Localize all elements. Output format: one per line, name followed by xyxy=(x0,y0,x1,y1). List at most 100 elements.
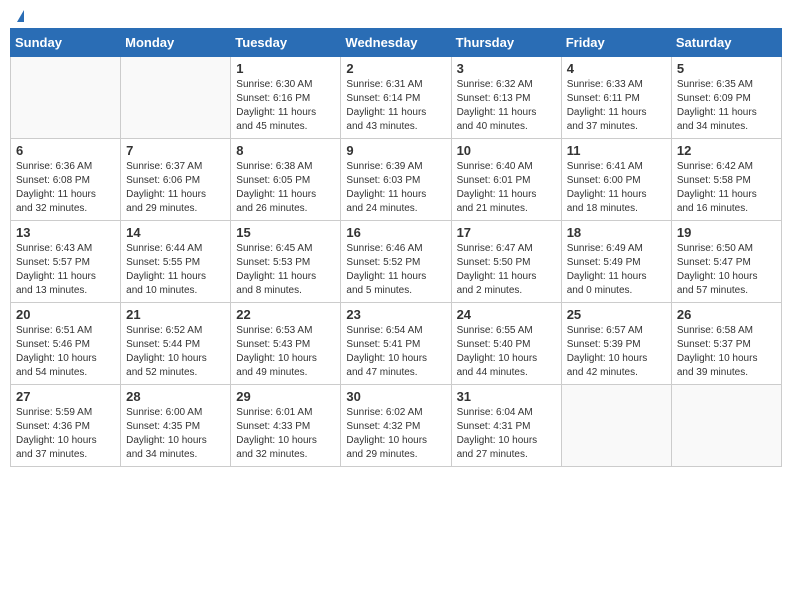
day-number: 4 xyxy=(567,61,666,76)
calendar-day-cell: 17 Sunrise: 6:47 AM Sunset: 5:50 PM Dayli… xyxy=(451,221,561,303)
calendar-week-row: 20 Sunrise: 6:51 AM Sunset: 5:46 PM Dayli… xyxy=(11,303,782,385)
day-number: 7 xyxy=(126,143,225,158)
day-info: Sunrise: 6:02 AM Sunset: 4:32 PM Dayligh… xyxy=(346,406,445,462)
page-header xyxy=(10,10,782,18)
day-info: Sunrise: 6:50 AM Sunset: 5:47 PM Dayligh… xyxy=(677,242,776,298)
day-info: Sunrise: 6:46 AM Sunset: 5:52 PM Dayligh… xyxy=(346,242,445,298)
day-number: 14 xyxy=(126,225,225,240)
day-number: 11 xyxy=(567,143,666,158)
day-info: Sunrise: 6:04 AM Sunset: 4:31 PM Dayligh… xyxy=(457,406,556,462)
calendar-week-row: 1 Sunrise: 6:30 AM Sunset: 6:16 PM Daylig… xyxy=(11,57,782,139)
calendar-day-cell: 16 Sunrise: 6:46 AM Sunset: 5:52 PM Dayli… xyxy=(341,221,451,303)
day-info: Sunrise: 5:59 AM Sunset: 4:36 PM Dayligh… xyxy=(16,406,115,462)
calendar-day-cell: 13Sunrise: 6:43 AM Sunset: 5:57 PM Dayli… xyxy=(11,221,121,303)
day-info: Sunrise: 6:40 AM Sunset: 6:01 PM Dayligh… xyxy=(457,160,556,216)
day-of-week-header: Monday xyxy=(121,29,231,57)
day-info: Sunrise: 6:53 AM Sunset: 5:43 PM Dayligh… xyxy=(236,324,335,380)
day-info: Sunrise: 6:33 AM Sunset: 6:11 PM Dayligh… xyxy=(567,78,666,134)
calendar-day-cell xyxy=(671,385,781,467)
day-number: 22 xyxy=(236,307,335,322)
calendar-week-row: 13Sunrise: 6:43 AM Sunset: 5:57 PM Dayli… xyxy=(11,221,782,303)
day-of-week-header: Thursday xyxy=(451,29,561,57)
calendar-day-cell: 26Sunrise: 6:58 AM Sunset: 5:37 PM Dayli… xyxy=(671,303,781,385)
calendar-day-cell: 11 Sunrise: 6:41 AM Sunset: 6:00 PM Dayli… xyxy=(561,139,671,221)
calendar-day-cell: 27 Sunrise: 5:59 AM Sunset: 4:36 PM Dayli… xyxy=(11,385,121,467)
calendar-day-cell: 24Sunrise: 6:55 AM Sunset: 5:40 PM Dayli… xyxy=(451,303,561,385)
calendar-day-cell: 14Sunrise: 6:44 AM Sunset: 5:55 PM Dayli… xyxy=(121,221,231,303)
calendar-header-row: SundayMondayTuesdayWednesdayThursdayFrid… xyxy=(11,29,782,57)
calendar-day-cell: 29 Sunrise: 6:01 AM Sunset: 4:33 PM Dayli… xyxy=(231,385,341,467)
calendar-week-row: 27 Sunrise: 5:59 AM Sunset: 4:36 PM Dayli… xyxy=(11,385,782,467)
day-info: Sunrise: 6:54 AM Sunset: 5:41 PM Dayligh… xyxy=(346,324,445,380)
logo xyxy=(15,10,24,18)
day-number: 16 xyxy=(346,225,445,240)
logo-triangle-icon xyxy=(17,10,24,22)
day-info: Sunrise: 6:35 AM Sunset: 6:09 PM Dayligh… xyxy=(677,78,776,134)
calendar-day-cell xyxy=(11,57,121,139)
day-info: Sunrise: 6:31 AM Sunset: 6:14 PM Dayligh… xyxy=(346,78,445,134)
day-info: Sunrise: 6:47 AM Sunset: 5:50 PM Dayligh… xyxy=(457,242,556,298)
calendar-day-cell: 20 Sunrise: 6:51 AM Sunset: 5:46 PM Dayli… xyxy=(11,303,121,385)
calendar-table: SundayMondayTuesdayWednesdayThursdayFrid… xyxy=(10,28,782,467)
day-number: 25 xyxy=(567,307,666,322)
calendar-day-cell: 25 Sunrise: 6:57 AM Sunset: 5:39 PM Dayli… xyxy=(561,303,671,385)
calendar-day-cell: 10 Sunrise: 6:40 AM Sunset: 6:01 PM Dayli… xyxy=(451,139,561,221)
day-number: 28 xyxy=(126,389,225,404)
day-info: Sunrise: 6:57 AM Sunset: 5:39 PM Dayligh… xyxy=(567,324,666,380)
calendar-day-cell: 18 Sunrise: 6:49 AM Sunset: 5:49 PM Dayli… xyxy=(561,221,671,303)
day-number: 26 xyxy=(677,307,776,322)
day-number: 1 xyxy=(236,61,335,76)
day-info: Sunrise: 6:55 AM Sunset: 5:40 PM Dayligh… xyxy=(457,324,556,380)
day-of-week-header: Saturday xyxy=(671,29,781,57)
calendar-week-row: 6 Sunrise: 6:36 AM Sunset: 6:08 PM Daylig… xyxy=(11,139,782,221)
calendar-day-cell: 1 Sunrise: 6:30 AM Sunset: 6:16 PM Daylig… xyxy=(231,57,341,139)
day-number: 17 xyxy=(457,225,556,240)
calendar-day-cell: 31 Sunrise: 6:04 AM Sunset: 4:31 PM Dayli… xyxy=(451,385,561,467)
day-number: 29 xyxy=(236,389,335,404)
day-info: Sunrise: 6:45 AM Sunset: 5:53 PM Dayligh… xyxy=(236,242,335,298)
day-number: 27 xyxy=(16,389,115,404)
day-number: 10 xyxy=(457,143,556,158)
calendar-day-cell: 5Sunrise: 6:35 AM Sunset: 6:09 PM Daylig… xyxy=(671,57,781,139)
calendar-day-cell: 6 Sunrise: 6:36 AM Sunset: 6:08 PM Daylig… xyxy=(11,139,121,221)
day-info: Sunrise: 6:01 AM Sunset: 4:33 PM Dayligh… xyxy=(236,406,335,462)
day-number: 6 xyxy=(16,143,115,158)
day-number: 9 xyxy=(346,143,445,158)
day-number: 23 xyxy=(346,307,445,322)
calendar-day-cell: 4 Sunrise: 6:33 AM Sunset: 6:11 PM Daylig… xyxy=(561,57,671,139)
calendar-day-cell xyxy=(121,57,231,139)
day-info: Sunrise: 6:49 AM Sunset: 5:49 PM Dayligh… xyxy=(567,242,666,298)
day-info: Sunrise: 6:38 AM Sunset: 6:05 PM Dayligh… xyxy=(236,160,335,216)
day-of-week-header: Friday xyxy=(561,29,671,57)
day-number: 19 xyxy=(677,225,776,240)
day-info: Sunrise: 6:43 AM Sunset: 5:57 PM Dayligh… xyxy=(16,242,115,298)
day-info: Sunrise: 6:39 AM Sunset: 6:03 PM Dayligh… xyxy=(346,160,445,216)
calendar-day-cell: 19 Sunrise: 6:50 AM Sunset: 5:47 PM Dayli… xyxy=(671,221,781,303)
day-number: 8 xyxy=(236,143,335,158)
day-info: Sunrise: 6:42 AM Sunset: 5:58 PM Dayligh… xyxy=(677,160,776,216)
day-number: 18 xyxy=(567,225,666,240)
day-number: 20 xyxy=(16,307,115,322)
day-info: Sunrise: 6:30 AM Sunset: 6:16 PM Dayligh… xyxy=(236,78,335,134)
day-number: 21 xyxy=(126,307,225,322)
calendar-day-cell: 30Sunrise: 6:02 AM Sunset: 4:32 PM Dayli… xyxy=(341,385,451,467)
day-of-week-header: Sunday xyxy=(11,29,121,57)
day-info: Sunrise: 6:36 AM Sunset: 6:08 PM Dayligh… xyxy=(16,160,115,216)
calendar-day-cell: 7 Sunrise: 6:37 AM Sunset: 6:06 PM Daylig… xyxy=(121,139,231,221)
day-info: Sunrise: 6:32 AM Sunset: 6:13 PM Dayligh… xyxy=(457,78,556,134)
day-info: Sunrise: 6:51 AM Sunset: 5:46 PM Dayligh… xyxy=(16,324,115,380)
calendar-day-cell: 12 Sunrise: 6:42 AM Sunset: 5:58 PM Dayli… xyxy=(671,139,781,221)
day-number: 12 xyxy=(677,143,776,158)
day-of-week-header: Tuesday xyxy=(231,29,341,57)
calendar-day-cell: 2Sunrise: 6:31 AM Sunset: 6:14 PM Daylig… xyxy=(341,57,451,139)
calendar-day-cell: 22 Sunrise: 6:53 AM Sunset: 5:43 PM Dayli… xyxy=(231,303,341,385)
day-info: Sunrise: 6:37 AM Sunset: 6:06 PM Dayligh… xyxy=(126,160,225,216)
calendar-day-cell: 28Sunrise: 6:00 AM Sunset: 4:35 PM Dayli… xyxy=(121,385,231,467)
day-number: 31 xyxy=(457,389,556,404)
calendar-day-cell: 9 Sunrise: 6:39 AM Sunset: 6:03 PM Daylig… xyxy=(341,139,451,221)
calendar-day-cell: 21Sunrise: 6:52 AM Sunset: 5:44 PM Dayli… xyxy=(121,303,231,385)
day-info: Sunrise: 6:41 AM Sunset: 6:00 PM Dayligh… xyxy=(567,160,666,216)
calendar-day-cell: 23 Sunrise: 6:54 AM Sunset: 5:41 PM Dayli… xyxy=(341,303,451,385)
day-of-week-header: Wednesday xyxy=(341,29,451,57)
calendar-day-cell: 8 Sunrise: 6:38 AM Sunset: 6:05 PM Daylig… xyxy=(231,139,341,221)
